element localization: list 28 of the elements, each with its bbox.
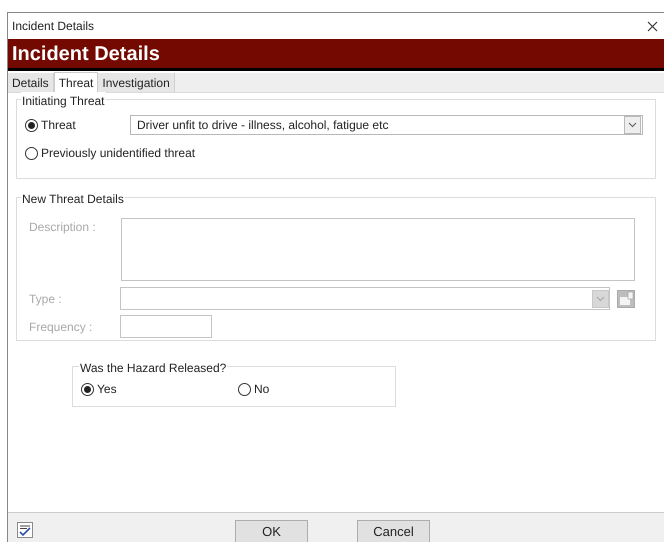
header-title: Incident Details: [12, 42, 160, 66]
radio-label: No: [254, 381, 270, 398]
radio-button[interactable]: [25, 118, 38, 132]
threat-dropdown[interactable]: Driver unfit to drive - illness, alcohol, fatigue etc: [130, 115, 643, 135]
dropdown-button[interactable]: [624, 116, 641, 134]
field-label: Type :: [29, 290, 63, 308]
field-label: Frequency :: [29, 318, 94, 336]
radio-label: Yes: [97, 381, 117, 398]
radio-button[interactable]: [25, 146, 38, 160]
tab[interactable]: Investigation: [98, 73, 175, 92]
dropdown-value: Driver unfit to drive - illness, alcohol, fatigue etc: [137, 117, 388, 134]
frequency-field[interactable]: [120, 315, 212, 338]
window-title: Incident Details: [12, 18, 94, 35]
close-icon: [646, 20, 658, 32]
tab[interactable]: Threat: [54, 72, 98, 93]
spellcheck-icon[interactable]: [17, 522, 33, 538]
chevron-down-icon: [596, 296, 605, 302]
chevron-down-icon: [628, 122, 637, 128]
description-field[interactable]: [121, 218, 635, 281]
field-label: Description :: [29, 219, 97, 236]
radio-label: Previously unidentified threat: [41, 145, 196, 162]
tab[interactable]: Details: [8, 73, 54, 92]
radio-button[interactable]: [81, 382, 94, 396]
group-legend: Initiating Threat: [21, 92, 106, 110]
radio-label: Threat: [41, 117, 76, 134]
dialog-button[interactable]: OK: [235, 520, 308, 542]
dialog-button[interactable]: Cancel: [357, 520, 430, 542]
radio-button[interactable]: [238, 382, 251, 396]
